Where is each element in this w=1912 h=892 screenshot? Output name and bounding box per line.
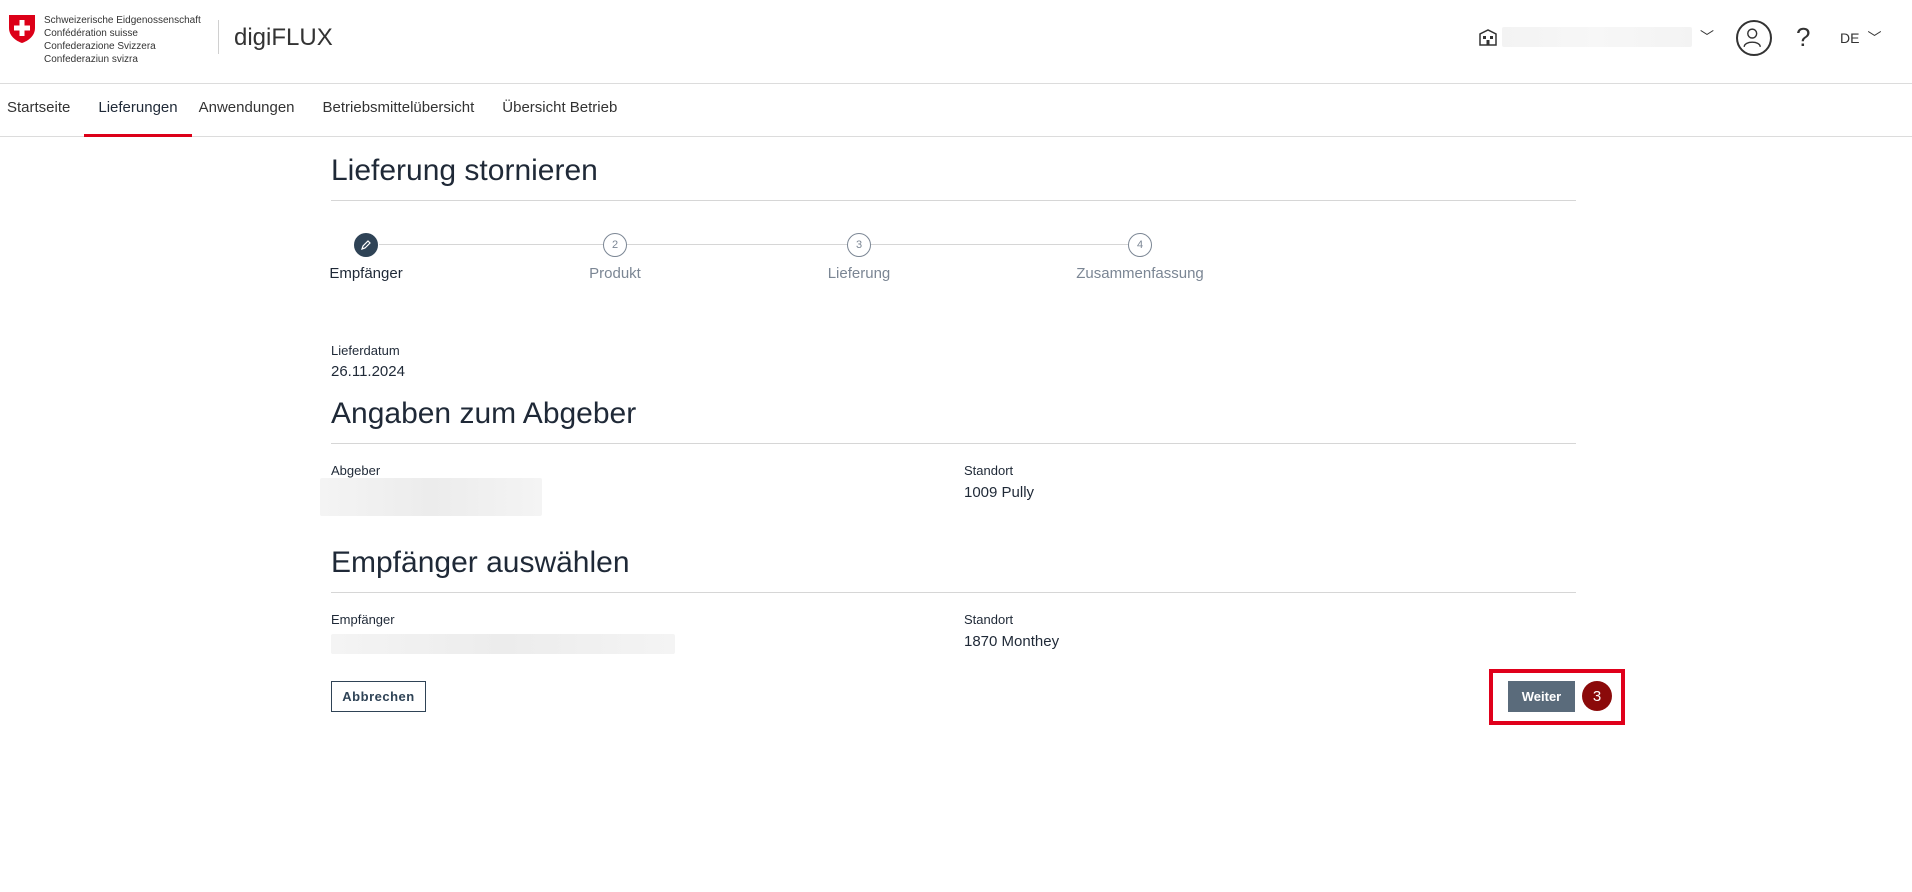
- cancel-button[interactable]: Abbrechen: [331, 681, 426, 712]
- step-label: Zusammenfassung: [1076, 265, 1204, 282]
- language-select[interactable]: DE ﹀: [1840, 28, 1881, 48]
- step-badge: 3: [1582, 681, 1612, 711]
- step-circle: 3: [847, 233, 871, 257]
- recipient-field: Empfänger: [331, 612, 395, 627]
- sender-location-label: Standort: [964, 463, 1014, 478]
- stepper-line: [379, 244, 609, 245]
- delivery-date-label: Lieferdatum: [331, 343, 400, 358]
- step-label: Empfänger: [329, 265, 403, 282]
- recipient-label: Empfänger: [331, 612, 395, 627]
- sender-location-value: 1009 Pully: [964, 484, 1035, 501]
- delivery-date-value: 26.11.2024: [331, 363, 405, 380]
- sender-field: Abgeber: [331, 463, 380, 478]
- confederation-name: Schweizerische Eidgenossenschaft Confédé…: [44, 14, 201, 66]
- chevron-down-icon: ﹀: [1867, 30, 1882, 46]
- recipient-section-title: Empfänger auswählen: [331, 546, 1576, 593]
- organization-name-redacted: [1502, 27, 1692, 47]
- help-icon[interactable]: ?: [1796, 22, 1810, 53]
- sender-name-redacted: [320, 478, 542, 516]
- step-empfanger[interactable]: Empfänger: [329, 233, 403, 282]
- user-avatar-icon[interactable]: [1736, 20, 1772, 56]
- building-icon: [1479, 29, 1497, 46]
- step-zusammenfassung[interactable]: 4 Zusammenfassung: [1076, 233, 1204, 282]
- recipient-location-label: Standort: [964, 612, 1014, 627]
- recipient-location-value: 1870 Monthey: [964, 633, 1060, 650]
- step-circle: 4: [1128, 233, 1152, 257]
- step-lieferung[interactable]: 3 Lieferung: [824, 233, 894, 282]
- confed-line-rm: Confederaziun svizra: [44, 54, 138, 65]
- step-circle: 2: [603, 233, 627, 257]
- app-name[interactable]: digiFLUX: [234, 24, 333, 52]
- confed-line-it: Confederazione Svizzera: [44, 41, 156, 52]
- step-produkt[interactable]: 2 Produkt: [580, 233, 650, 282]
- main-content: Lieferung stornieren: [331, 137, 1576, 201]
- chevron-down-icon: ﹀: [1700, 29, 1714, 45]
- language-label: DE: [1840, 30, 1860, 46]
- step-current-circle: [354, 233, 378, 257]
- nav-item-ubersicht-betrieb[interactable]: Übersicht Betrieb: [488, 84, 631, 137]
- brand-divider: [218, 20, 219, 54]
- page-title: Lieferung stornieren: [331, 154, 1576, 201]
- delivery-date-field: Lieferdatum 26.11.2024: [331, 343, 405, 380]
- recipient-location-field: Standort 1870 Monthey: [964, 612, 1059, 650]
- nav-item-startseite[interactable]: Startseite: [0, 84, 84, 137]
- recipient-name-redacted[interactable]: [331, 634, 675, 654]
- header: Schweizerische Eidgenossenschaft Confédé…: [0, 0, 1912, 84]
- organization-select[interactable]: ﹀: [1478, 24, 1714, 50]
- pencil-icon: [361, 240, 371, 250]
- main-navigation: Startseite Lieferungen Anwendungen Betri…: [0, 84, 1912, 137]
- nav-item-anwendungen[interactable]: Anwendungen: [192, 84, 309, 137]
- confed-line-de: Schweizerische Eidgenossenschaft: [44, 15, 201, 26]
- next-button[interactable]: Weiter: [1508, 681, 1575, 712]
- nav-item-betriebsmittelubersicht[interactable]: Betriebsmittelübersicht: [309, 84, 489, 137]
- step-label: Lieferung: [827, 265, 891, 282]
- step-label: Produkt: [589, 265, 641, 282]
- sender-label: Abgeber: [331, 463, 381, 478]
- sender-section-title: Angaben zum Abgeber: [331, 397, 1576, 444]
- nav-item-lieferungen[interactable]: Lieferungen: [84, 84, 192, 137]
- stepper-line: [627, 244, 849, 245]
- swiss-coat-of-arms-icon: [9, 15, 35, 43]
- confed-line-fr: Confédération suisse: [44, 28, 138, 39]
- sender-location-field: Standort 1009 Pully: [964, 463, 1034, 501]
